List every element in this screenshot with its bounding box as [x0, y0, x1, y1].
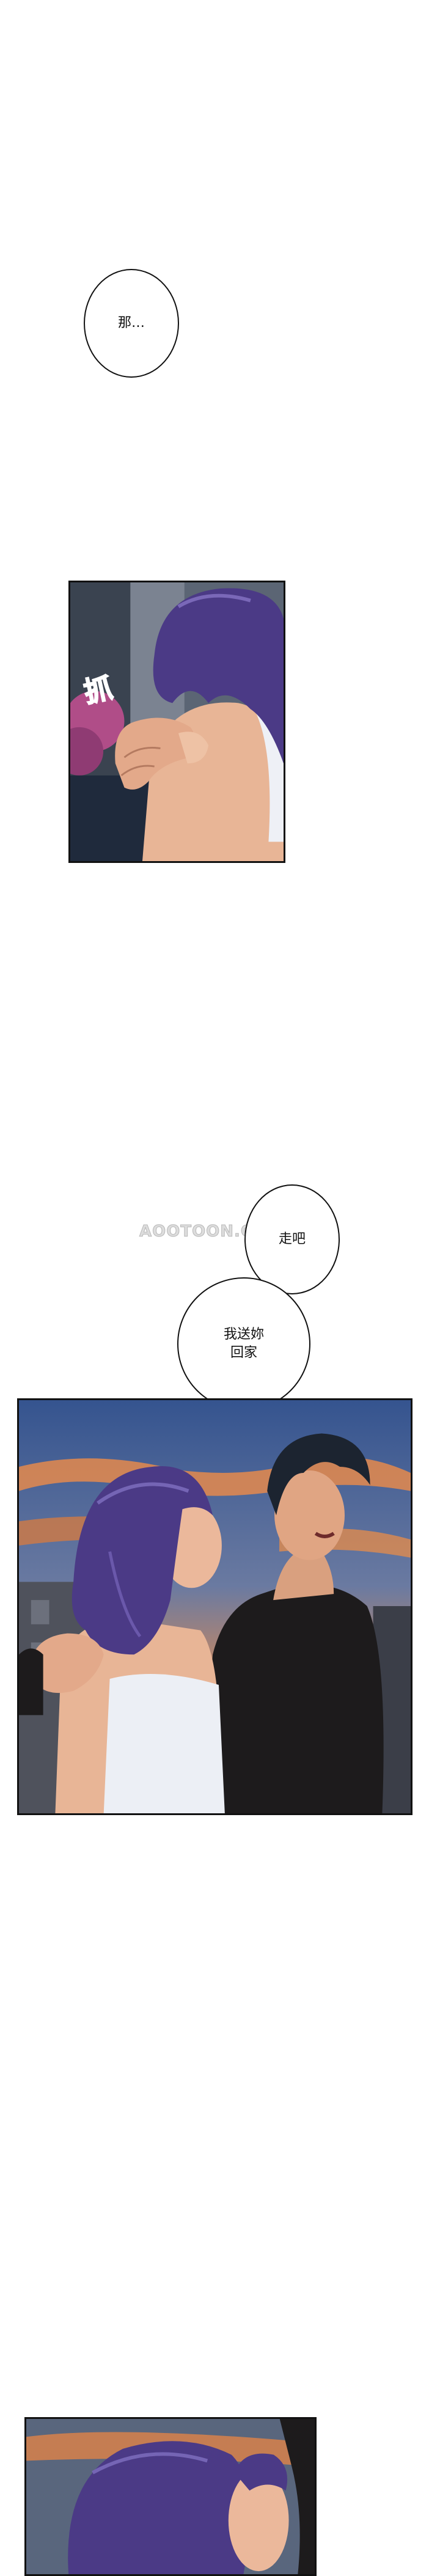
speech-bubble-2: 走吧 [244, 1184, 340, 1294]
panel-2-artwork [19, 1400, 411, 1813]
speech-bubble-3: 我送妳 回家 [177, 1277, 310, 1411]
comic-panel-2 [17, 1398, 413, 1815]
panel-3-artwork [26, 2419, 315, 2574]
comic-panel-1: 抓 [68, 581, 285, 863]
panel-1-artwork [70, 582, 284, 861]
speech-bubble-1-text: 那… [117, 315, 145, 331]
comic-panel-3 [24, 2417, 317, 2576]
speech-bubble-1: 那… [84, 269, 179, 378]
speech-bubble-3-text: 我送妳 回家 [223, 1327, 264, 1360]
speech-bubble-2-text: 走吧 [278, 1231, 306, 1247]
